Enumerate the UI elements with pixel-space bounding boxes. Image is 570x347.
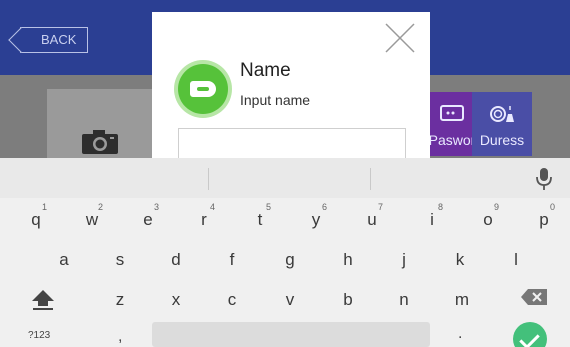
key-s[interactable]: s	[108, 250, 132, 270]
key-o[interactable]: o9	[476, 202, 500, 230]
key-b[interactable]: b	[336, 290, 360, 310]
password-icon	[440, 105, 464, 121]
key-q[interactable]: q1	[24, 202, 48, 230]
fingerprint-alarm-icon	[490, 106, 514, 122]
key-i[interactable]: i8	[420, 202, 444, 230]
suggestion-bar	[0, 158, 570, 198]
key-u[interactable]: u7	[360, 202, 384, 230]
camera-icon	[82, 130, 118, 154]
key-j[interactable]: j	[392, 250, 416, 270]
key-e[interactable]: e3	[136, 202, 160, 230]
key-v[interactable]: v	[278, 290, 302, 310]
name-dialog: Name Input name	[152, 12, 430, 168]
period-key[interactable]: .	[458, 325, 462, 343]
suggestion-divider	[208, 168, 209, 190]
dialog-subtitle: Input name	[240, 92, 311, 108]
shift-icon[interactable]	[30, 288, 56, 310]
close-icon[interactable]	[384, 22, 416, 54]
duress-tile[interactable]: Duress	[472, 92, 532, 156]
soft-keyboard: q1 w2 e3 r4 t5 y6 u7 i8 o9 p0 a s d f g …	[0, 158, 570, 347]
key-a[interactable]: a	[52, 250, 76, 270]
comma-key[interactable]: ,	[118, 328, 122, 346]
duress-tile-label: Duress	[479, 132, 525, 148]
key-x[interactable]: x	[164, 290, 188, 310]
tag-icon	[178, 64, 228, 114]
key-l[interactable]: l	[504, 250, 528, 270]
key-g[interactable]: g	[278, 250, 302, 270]
key-p[interactable]: p0	[532, 202, 556, 230]
suggestion-divider	[370, 168, 371, 190]
key-d[interactable]: d	[164, 250, 188, 270]
back-button-label: BACK	[41, 32, 77, 47]
symbols-key[interactable]: ?123	[28, 330, 50, 341]
key-w[interactable]: w2	[80, 202, 104, 230]
key-m[interactable]: m	[450, 290, 474, 310]
key-c[interactable]: c	[220, 290, 244, 310]
key-n[interactable]: n	[392, 290, 416, 310]
microphone-icon[interactable]	[536, 167, 552, 191]
photo-card[interactable]	[47, 89, 153, 169]
key-y[interactable]: y6	[304, 202, 328, 230]
key-f[interactable]: f	[220, 250, 244, 270]
key-k[interactable]: k	[448, 250, 472, 270]
key-z[interactable]: z	[108, 290, 132, 310]
key-h[interactable]: h	[336, 250, 360, 270]
enter-check-icon[interactable]	[513, 322, 547, 347]
space-bar[interactable]	[152, 322, 430, 347]
dialog-title: Name	[240, 60, 291, 81]
key-t[interactable]: t5	[248, 202, 272, 230]
backspace-icon[interactable]	[520, 288, 548, 306]
key-r[interactable]: r4	[192, 202, 216, 230]
back-button[interactable]: BACK	[20, 27, 88, 53]
